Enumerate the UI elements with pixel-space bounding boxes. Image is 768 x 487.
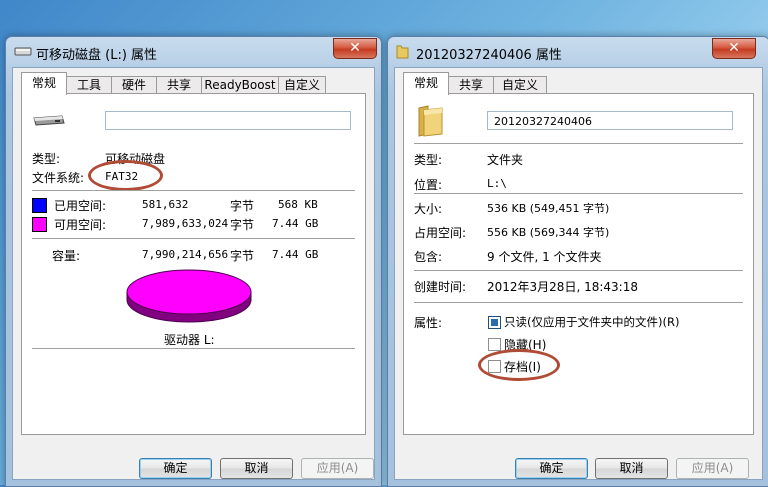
close-button[interactable]: ✕ xyxy=(712,38,756,59)
contains-label: 包含: xyxy=(414,250,443,264)
file-system-label: 文件系统: xyxy=(32,171,85,185)
contains-value: 9 个文件, 1 个文件夹 xyxy=(487,250,602,264)
type-label: 类型: xyxy=(414,153,443,167)
capacity-unit: 字节 xyxy=(230,249,255,263)
separator xyxy=(414,143,743,145)
tab-readyboost[interactable]: ReadyBoost xyxy=(201,76,279,94)
title-bar[interactable]: 20120327240406 属性 ✕ xyxy=(388,37,768,67)
volume-label-input[interactable] xyxy=(105,111,351,130)
removable-drive-icon xyxy=(14,47,32,56)
used-space-swatch xyxy=(32,198,47,213)
free-space-swatch xyxy=(32,217,47,232)
separator xyxy=(414,193,743,195)
free-space-size: 7.44 GB xyxy=(272,217,319,230)
hidden-checkbox[interactable] xyxy=(488,338,501,351)
capacity-label: 容量: xyxy=(52,249,81,263)
attributes-label: 属性: xyxy=(414,316,443,330)
ok-button[interactable]: 确定 xyxy=(515,458,588,479)
type-value: 文件夹 xyxy=(487,153,524,167)
title-bar[interactable]: 可移动磁盘 (L:) 属性 ✕ xyxy=(6,37,381,67)
used-space-label: 已用空间: xyxy=(54,199,107,213)
disk-size-value: 556 KB (569,344 字节) xyxy=(487,226,610,239)
location-value: L:\ xyxy=(487,177,507,190)
annotation-circle xyxy=(478,349,560,381)
tab-tools[interactable]: 工具 xyxy=(66,76,112,94)
removable-drive-icon xyxy=(33,115,65,126)
drive-properties-window: 可移动磁盘 (L:) 属性 ✕ 常规 工具 硬件 共享 ReadyBoost 自… xyxy=(5,36,382,487)
used-space-unit: 字节 xyxy=(230,199,255,213)
folder-icon xyxy=(396,45,409,59)
used-space-size: 568 KB xyxy=(278,198,318,211)
tab-sharing[interactable]: 共享 xyxy=(448,76,494,94)
used-space-bytes: 581,632 xyxy=(142,198,189,211)
created-label: 创建时间: xyxy=(414,280,467,294)
tab-hardware[interactable]: 硬件 xyxy=(111,76,157,94)
tab-customize[interactable]: 自定义 xyxy=(493,76,547,94)
close-button[interactable]: ✕ xyxy=(333,38,377,59)
tab-sharing[interactable]: 共享 xyxy=(156,76,202,94)
folder-properties-window: 20120327240406 属性 ✕ 常规 共享 自定义 2012032724… xyxy=(387,36,768,487)
dialog-client: 常规 共享 自定义 20120327240406 类型: 文件夹 位置: L:\… xyxy=(394,67,763,480)
window-title: 20120327240406 属性 xyxy=(416,48,562,63)
tab-general[interactable]: 常规 xyxy=(21,72,67,95)
separator xyxy=(32,238,355,240)
cancel-button[interactable]: 取消 xyxy=(220,458,293,479)
annotation-circle xyxy=(88,160,163,191)
size-label: 大小: xyxy=(414,202,443,216)
cancel-button[interactable]: 取消 xyxy=(595,458,668,479)
free-space-label: 可用空间: xyxy=(54,218,107,232)
capacity-size: 7.44 GB xyxy=(272,248,319,261)
apply-button[interactable]: 应用(A) xyxy=(676,458,749,479)
free-space-bytes: 7,989,633,024 xyxy=(142,217,229,230)
dialog-client: 常规 工具 硬件 共享 ReadyBoost 自定义 类型: 可移动磁盘 文件系… xyxy=(12,67,375,480)
window-title: 可移动磁盘 (L:) 属性 xyxy=(36,48,158,63)
capacity-bytes: 7,990,214,656 xyxy=(142,248,229,261)
size-value: 536 KB (549,451 字节) xyxy=(487,202,610,215)
separator xyxy=(414,302,743,304)
folder-icon xyxy=(418,105,443,137)
separator xyxy=(32,348,355,350)
apply-button[interactable]: 应用(A) xyxy=(301,458,374,479)
general-panel: 类型: 可移动磁盘 文件系统: FAT32 已用空间: 581,632 字节 5… xyxy=(21,93,366,435)
location-label: 位置: xyxy=(414,178,443,192)
readonly-checkbox[interactable] xyxy=(488,316,501,329)
tab-customize[interactable]: 自定义 xyxy=(278,76,326,94)
type-label: 类型: xyxy=(32,152,61,166)
disk-size-label: 占用空间: xyxy=(414,226,467,240)
ok-button[interactable]: 确定 xyxy=(139,458,212,479)
readonly-label[interactable]: 只读(仅应用于文件夹中的文件)(R) xyxy=(504,314,679,330)
free-space-unit: 字节 xyxy=(230,218,255,232)
created-value: 2012年3月28日, 18:43:18 xyxy=(487,280,638,294)
tab-general[interactable]: 常规 xyxy=(403,72,449,95)
drive-letter-label: 驱动器 L: xyxy=(164,333,215,347)
separator xyxy=(32,190,355,192)
folder-name-input[interactable]: 20120327240406 xyxy=(487,111,733,130)
disk-usage-pie xyxy=(126,269,252,323)
separator xyxy=(414,270,743,272)
general-panel: 20120327240406 类型: 文件夹 位置: L:\ 大小: 536 K… xyxy=(403,93,754,435)
